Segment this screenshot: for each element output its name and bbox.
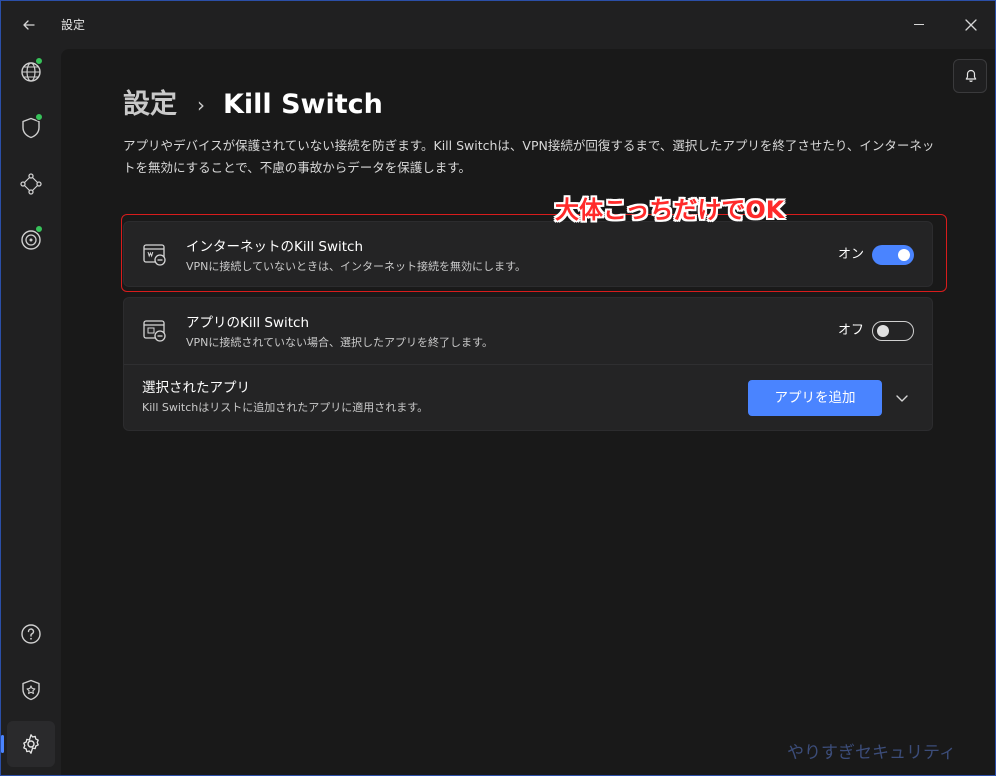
- nav-premium-button[interactable]: [7, 667, 55, 713]
- expand-chevron-icon[interactable]: [892, 388, 912, 408]
- nav-radar-button[interactable]: [7, 217, 55, 263]
- annotation-highlight-box: [121, 214, 947, 292]
- app-kill-switch-state: オフ: [838, 323, 865, 338]
- help-icon: [21, 624, 41, 644]
- nav-rail: [1, 49, 61, 775]
- annotation-text: 大体こっちだけでOK: [555, 196, 785, 224]
- gear-icon: [23, 734, 39, 754]
- minimize-button[interactable]: [905, 13, 933, 37]
- breadcrumb: 設定 › Kill Switch: [123, 87, 383, 123]
- nav-nodes-button[interactable]: [7, 161, 55, 207]
- app-kill-switch-row: アプリのKill Switch VPNに接続されていない場合、選択したアプリを終…: [124, 298, 932, 364]
- star-shield-icon: [22, 679, 40, 701]
- nodes-icon: [20, 173, 42, 195]
- app-window: 設定 設定 › Kill Switch アプリやデバイスが保護されていない接続を…: [0, 0, 996, 776]
- toggle-knob: [877, 324, 889, 337]
- status-dot: [35, 113, 43, 121]
- add-app-button[interactable]: アプリを追加: [748, 380, 882, 416]
- active-indicator: [1, 735, 4, 753]
- selected-apps-subtitle: Kill Switchはリストに追加されたアプリに適用されます。: [142, 401, 429, 414]
- app-block-icon: [143, 320, 166, 342]
- nav-shield-button[interactable]: [7, 105, 55, 151]
- selected-apps-title: 選択されたアプリ: [142, 380, 250, 396]
- close-button[interactable]: [957, 13, 985, 37]
- title-bar: 設定: [1, 1, 995, 49]
- page-description: アプリやデバイスが保護されていない接続を防ぎます。Kill Switchは、VP…: [123, 138, 935, 175]
- watermark: やりすぎセキュリティ: [787, 743, 956, 763]
- app-kill-switch-subtitle: VPNに接続されていない場合、選択したアプリを終了します。: [186, 336, 493, 349]
- main-panel: 設定 › Kill Switch アプリやデバイスが保護されていない接続を防ぎま…: [61, 49, 995, 775]
- notifications-button[interactable]: [953, 59, 987, 93]
- app-kill-switch-toggle[interactable]: [872, 321, 914, 341]
- breadcrumb-settings-link[interactable]: 設定: [123, 87, 177, 123]
- nav-help-button[interactable]: [7, 611, 55, 657]
- nav-settings-button[interactable]: [1, 721, 55, 767]
- back-arrow-icon[interactable]: [17, 13, 41, 37]
- bell-icon: [965, 69, 977, 82]
- page-title: Kill Switch: [223, 89, 383, 120]
- status-dot: [35, 57, 43, 65]
- status-dot: [35, 225, 43, 233]
- app-kill-switch-title: アプリのKill Switch: [186, 315, 310, 331]
- window-title: 設定: [61, 18, 86, 32]
- nav-globe-button[interactable]: [7, 49, 55, 95]
- app-kill-switch-card: アプリのKill Switch VPNに接続されていない場合、選択したアプリを終…: [123, 297, 933, 431]
- breadcrumb-separator: ›: [197, 93, 205, 117]
